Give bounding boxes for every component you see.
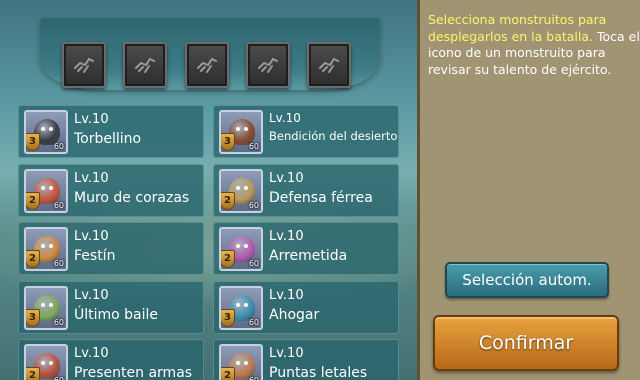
army-skill-name: Último baile [74,307,159,323]
tier-shield-icon: 2 [26,192,40,210]
familiar-level: Lv.10 [269,229,304,244]
familiar-level: Lv.10 [74,346,109,361]
familiar-card[interactable]: 2 60 Lv.10 Arremetida [213,222,399,275]
familiar-card[interactable]: 2 60 Lv.10 Defensa férrea [213,164,399,217]
familiar-card[interactable]: 3 60 Lv.10 Bendición del desierto [213,105,399,158]
power-value: 60 [248,142,259,151]
power-value: 60 [248,201,259,210]
army-skill-name: Presenten armas [74,365,193,380]
familiar-card[interactable]: 2 60 Lv.10 Festín [18,222,204,275]
power-value: 60 [53,142,64,151]
familiar-portrait[interactable]: 2 60 [219,227,263,271]
power-value: 60 [249,376,259,380]
instruction-highlight: Selecciona monstruitos para desplegarlos… [428,12,607,44]
army-skill-name: Torbellino [74,131,142,147]
tier-shield-icon: 2 [26,367,40,380]
familiar-portrait[interactable]: 2 60 [219,344,263,380]
familiar-portrait[interactable]: 3 60 [219,286,263,330]
tier-shield-icon: 3 [221,309,235,327]
familiar-level: Lv.10 [269,111,301,125]
familiar-slot-1[interactable] [62,42,106,88]
familiar-portrait[interactable]: 2 60 [24,227,68,271]
tier-shield-icon: 3 [26,133,40,151]
confirm-button[interactable]: Confirmar [433,315,619,371]
familiar-slot-4[interactable] [246,42,290,88]
army-skill-name: Puntas letales [269,365,368,380]
familiar-level: Lv.10 [74,288,109,303]
familiar-portrait[interactable]: 3 60 [24,286,68,330]
army-skill-name: Defensa férrea [269,190,373,206]
familiar-portrait[interactable]: 2 60 [24,169,68,213]
familiar-card[interactable]: 2 60 Lv.10 Puntas letales [213,339,399,380]
power-value: 60 [54,376,64,380]
power-value: 60 [248,318,259,327]
power-value: 60 [53,318,64,327]
familiar-card[interactable]: 2 60 Lv.10 Presenten armas [18,339,204,380]
familiar-level: Lv.10 [269,346,304,361]
tier-shield-icon: 3 [221,133,235,151]
familiar-level: Lv.10 [269,171,304,186]
troop-slot-bar [40,18,380,90]
familiar-portrait[interactable]: 2 60 [219,169,263,213]
power-value: 60 [53,201,64,210]
army-skill-name: Ahogar [269,307,320,323]
army-skill-name: Arremetida [269,248,348,264]
familiar-portrait[interactable]: 2 60 [24,344,68,380]
familiar-card[interactable]: 3 60 Lv.10 Último baile [18,281,204,334]
tier-shield-icon: 3 [26,309,40,327]
familiar-portrait[interactable]: 3 60 [219,110,263,154]
familiar-level: Lv.10 [74,171,109,186]
tier-shield-icon: 2 [26,250,40,268]
familiar-card[interactable]: 2 60 Lv.10 Muro de corazas [18,164,204,217]
army-skill-name: Muro de corazas [74,190,190,206]
tier-shield-icon: 2 [221,367,235,380]
familiar-portrait[interactable]: 3 60 [24,110,68,154]
empty-slot-icon [197,57,217,73]
army-skill-name: Bendición del desierto [269,129,398,143]
familiar-level: Lv.10 [74,112,109,127]
familiar-slot-5[interactable] [307,42,351,88]
empty-slot-icon [135,57,155,73]
familiar-card[interactable]: 3 60 Lv.10 Torbellino [18,105,204,158]
empty-slot-icon [319,57,339,73]
auto-select-button[interactable]: Selección autom. [445,262,609,298]
instructions-text: Selecciona monstruitos para desplegarlos… [428,12,640,78]
familiar-level: Lv.10 [269,288,304,303]
empty-slot-icon [258,57,278,73]
power-value: 60 [53,259,64,268]
empty-slot-icon [74,57,94,73]
power-value: 60 [248,259,259,268]
familiar-slot-2[interactable] [123,42,167,88]
familiar-card[interactable]: 3 60 Lv.10 Ahogar [213,281,399,334]
tier-shield-icon: 2 [221,250,235,268]
familiar-slot-3[interactable] [185,42,229,88]
familiar-level: Lv.10 [74,229,109,244]
tier-shield-icon: 2 [221,192,235,210]
army-skill-name: Festín [74,248,116,264]
